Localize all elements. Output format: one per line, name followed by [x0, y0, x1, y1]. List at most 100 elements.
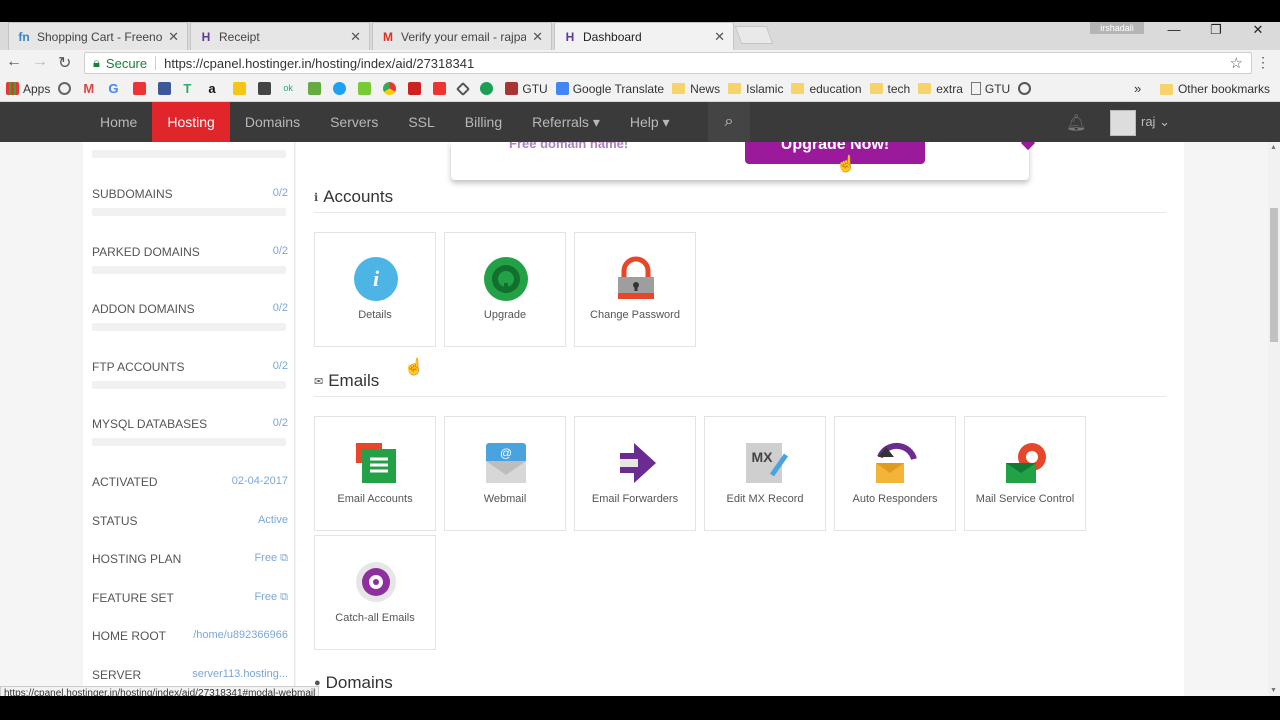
divider: [314, 396, 1166, 397]
bookmark-folder-extra[interactable]: extra: [918, 82, 963, 96]
bookmark-apps[interactable]: Apps: [6, 82, 50, 96]
upgrade-now-button[interactable]: Upgrade Now!: [745, 142, 925, 164]
scrollbar-thumb[interactable]: [1270, 208, 1278, 342]
bookmark-gmail[interactable]: M: [83, 82, 100, 95]
folder-icon: [672, 83, 686, 94]
mail-service-control-card[interactable]: Mail Service Control: [964, 416, 1086, 531]
nav-help[interactable]: Help ▾: [615, 102, 685, 142]
bookmark-translate[interactable]: T: [183, 82, 200, 95]
reload-icon[interactable]: ↻: [58, 53, 71, 73]
forward-icon[interactable]: →: [32, 53, 48, 71]
bookmark-chart[interactable]: [308, 82, 325, 95]
tab-verify-email[interactable]: M Verify your email - rajpat ✕: [372, 22, 552, 50]
close-icon[interactable]: ✕: [532, 29, 543, 45]
nav-referrals[interactable]: Referrals ▾: [517, 102, 615, 142]
divider: [155, 56, 157, 70]
bookmark-label: tech: [887, 81, 911, 96]
email-accounts-card[interactable]: Email Accounts: [314, 416, 436, 531]
bookmark-folder-tech[interactable]: tech: [869, 81, 911, 96]
nav-domains[interactable]: Domains: [230, 102, 315, 142]
bookmark-hangouts[interactable]: [480, 82, 497, 95]
email-forwarders-card[interactable]: Email Forwarders: [574, 416, 696, 531]
close-icon[interactable]: ✕: [168, 29, 179, 45]
external-link-icon: ⧉: [280, 552, 288, 564]
bookmark-gtu-page[interactable]: GTU: [970, 82, 1010, 96]
new-tab-button[interactable]: [734, 26, 774, 44]
nav-home[interactable]: Home: [85, 102, 152, 142]
bookmark-gift[interactable]: [258, 82, 275, 95]
stat-label: SERVER: [92, 668, 142, 682]
bookmark-folder-news[interactable]: News: [672, 82, 720, 96]
username: raj: [1141, 114, 1156, 129]
webmail-card[interactable]: @ Webmail: [444, 416, 566, 531]
bookmark-diamond[interactable]: [456, 81, 472, 96]
bookmark-play[interactable]: [408, 82, 425, 95]
bookmark-google[interactable]: G: [108, 82, 125, 95]
bell-icon[interactable]: 🔔︎: [1066, 113, 1086, 133]
hangouts-icon: [480, 82, 494, 95]
nav-billing[interactable]: Billing: [450, 102, 517, 142]
bookmark-download[interactable]: [358, 82, 375, 95]
close-icon[interactable]: ✕: [350, 29, 361, 45]
bookmark-chrome[interactable]: [383, 82, 400, 95]
details-card[interactable]: i Details: [314, 232, 436, 347]
profile-badge[interactable]: irshadali: [1090, 22, 1144, 34]
bookmark-olx[interactable]: ok: [283, 82, 300, 95]
bookmark-pencil[interactable]: [233, 82, 250, 95]
menu-icon[interactable]: ⋮: [1256, 54, 1270, 71]
bookmark-gtu[interactable]: GTU: [505, 82, 548, 96]
change-password-card[interactable]: Change Password: [574, 232, 696, 347]
bookmark-folder-islamic[interactable]: Islamic: [728, 82, 783, 96]
bookmark-google-translate[interactable]: Google Translate: [555, 82, 664, 96]
stat-value-link[interactable]: Free ⧉: [254, 591, 288, 605]
translate-icon: [555, 82, 569, 95]
url-text[interactable]: https://cpanel.hostinger.in/hosting/inde…: [164, 56, 474, 71]
chrome-icon: [383, 82, 397, 95]
bookmark-folder-education[interactable]: education: [791, 82, 862, 96]
stat-value-link[interactable]: Free ⧉: [254, 552, 288, 566]
nav-hosting[interactable]: Hosting: [152, 102, 230, 148]
tab-dashboard[interactable]: H Dashboard ✕: [554, 22, 734, 50]
upgrade-banner: Free domain name! Upgrade Now!: [451, 142, 1036, 180]
edit-mx-record-card[interactable]: MX Edit MX Record: [704, 416, 826, 531]
bookmark-facebook[interactable]: [158, 82, 175, 95]
tab-receipt[interactable]: H Receipt ✕: [190, 22, 370, 50]
pencil-icon: [233, 82, 247, 95]
nav-servers[interactable]: Servers: [315, 102, 393, 142]
catch-all-emails-card[interactable]: Catch-all Emails: [314, 535, 436, 650]
avatar[interactable]: [1110, 110, 1136, 136]
search-icon[interactable]: ⌕: [708, 102, 750, 142]
nav-ssl[interactable]: SSL: [393, 102, 449, 142]
card-label: Edit MX Record: [726, 493, 804, 505]
folder-icon: [791, 83, 805, 94]
scroll-down-icon[interactable]: ▼: [1270, 687, 1277, 694]
bookmark-history[interactable]: [58, 82, 75, 95]
scroll-up-icon[interactable]: ▲: [1270, 144, 1277, 151]
bookmark-youtube-2[interactable]: [433, 82, 450, 95]
star-icon[interactable]: ☆: [1230, 54, 1243, 72]
other-bookmarks[interactable]: Other bookmarks: [1159, 82, 1270, 96]
bookmark-twitter[interactable]: [333, 82, 350, 95]
auto-responders-card[interactable]: Auto Responders: [834, 416, 956, 531]
bookmark-speed[interactable]: [1018, 82, 1035, 95]
main-panel: Free domain name! Upgrade Now! ℹ Accounts…: [296, 142, 1184, 696]
scrollbar[interactable]: ▲ ▼: [1268, 142, 1280, 696]
content-area: SUBDOMAINS 0/2 PARKED DOMAINS 0/2 ADDON DO…: [0, 142, 1280, 696]
bookmark-label: Islamic: [746, 81, 784, 96]
stat-label: FTP ACCOUNTS: [92, 360, 185, 374]
bookmark-youtube[interactable]: [133, 82, 150, 95]
stat-label: FEATURE SET: [92, 591, 174, 605]
omnibox[interactable]: 🔒︎ Secure https://cpanel.hostinger.in/ho…: [84, 52, 1252, 74]
restore-icon[interactable]: ❐: [1196, 22, 1236, 42]
back-icon[interactable]: ←: [6, 53, 22, 71]
tab-shopping-cart[interactable]: fn Shopping Cart - Freenom ✕: [8, 22, 188, 50]
bookmark-amazon[interactable]: a: [208, 82, 225, 95]
upgrade-card[interactable]: Upgrade: [444, 232, 566, 347]
user-menu[interactable]: raj ⌄: [1141, 114, 1170, 130]
more-bookmarks-chevron-icon[interactable]: »: [1134, 81, 1141, 96]
close-icon[interactable]: ✕: [714, 29, 725, 45]
folder-icon: [728, 83, 742, 94]
close-window-icon[interactable]: ✕: [1238, 22, 1278, 42]
minimize-icon[interactable]: —: [1154, 22, 1194, 42]
banner-ribbon: [1020, 142, 1036, 151]
